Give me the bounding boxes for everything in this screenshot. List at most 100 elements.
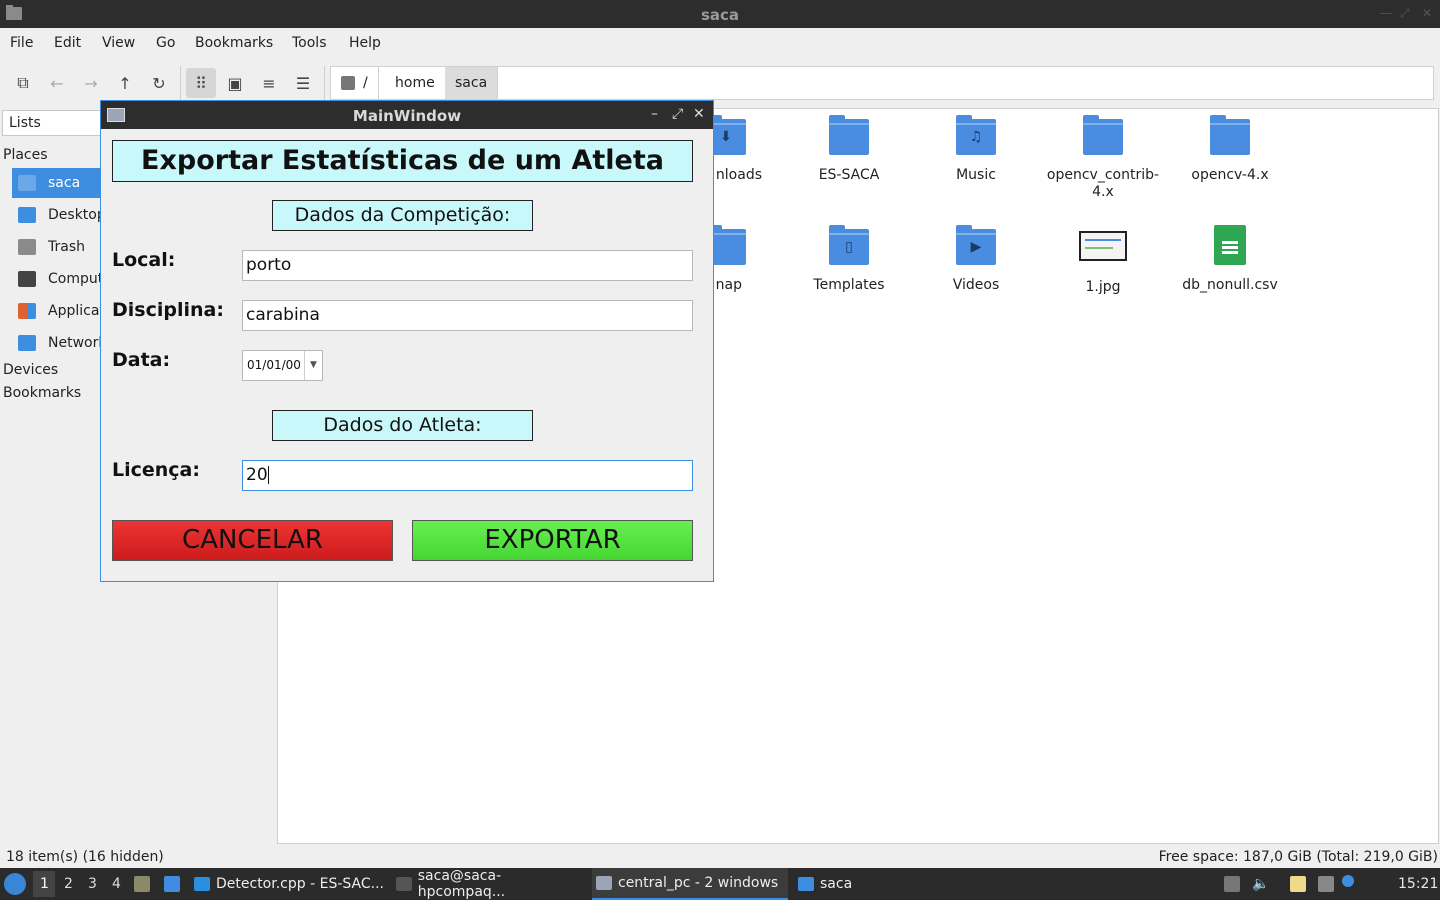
spreadsheet-icon <box>1214 225 1246 265</box>
reload-icon[interactable]: ↻ <box>144 68 174 98</box>
athlete-section-label: Dados do Atleta: <box>272 410 533 441</box>
maximize-icon[interactable]: ⤢ <box>672 106 683 122</box>
music-folder-icon: ♫ <box>956 115 996 155</box>
folder-icon <box>1083 115 1123 155</box>
cancel-button[interactable]: CANCELAR <box>112 520 393 561</box>
notification-icon[interactable] <box>1342 875 1354 887</box>
crumb-saca[interactable]: saca <box>445 67 499 99</box>
workspace-1[interactable]: 1 <box>40 876 49 892</box>
license-value: 20 <box>246 465 268 485</box>
forward-icon[interactable]: → <box>76 68 106 98</box>
file-label: ES-SACA <box>818 167 880 183</box>
toolbar-separator <box>180 66 181 100</box>
file-label: opencv_contrib- 4.x <box>1046 167 1160 200</box>
competition-section-label: Dados da Competição: <box>272 200 533 231</box>
free-space: Free space: 187,0 GiB (Total: 219,0 GiB) <box>1158 849 1438 865</box>
file-item-videos[interactable]: ▶ Videos <box>914 225 1038 293</box>
file-label: Videos <box>952 277 1000 293</box>
dialog-title: MainWindow <box>352 107 462 125</box>
crumb-root[interactable]: / <box>331 67 379 99</box>
date-picker[interactable]: 01/01/00 ▼ <box>242 350 323 381</box>
close-icon[interactable]: ✕ <box>1422 6 1432 20</box>
menu-file[interactable]: File <box>10 35 33 51</box>
toolbar: ⧉ ← → ↑ ↻ ⠿ ▣ ≡ ☰ / home saca <box>0 58 1440 106</box>
path-bar: / home saca <box>330 66 1434 100</box>
file-manager-launcher-icon[interactable] <box>134 876 150 892</box>
volume-icon[interactable]: 🔈 <box>1252 876 1269 892</box>
folder-icon <box>1210 115 1250 155</box>
toolbar-separator <box>324 66 325 100</box>
detailed-list-icon[interactable]: ☰ <box>288 68 318 98</box>
bookmarks-heading[interactable]: Bookmarks <box>3 385 81 401</box>
export-dialog: MainWindow – ⤢ ✕ Exportar Estatísticas d… <box>100 100 714 582</box>
devices-heading[interactable]: Devices <box>3 362 58 378</box>
icon-view-icon[interactable]: ⠿ <box>186 68 216 98</box>
workspace-2[interactable]: 2 <box>64 876 73 892</box>
maximize-icon[interactable]: ⤢ <box>1400 6 1410 21</box>
minimize-icon[interactable]: — <box>1380 6 1392 20</box>
sidebar-item-label: Network <box>48 335 107 351</box>
desktop-launcher-icon[interactable] <box>164 876 180 892</box>
dialog-titlebar: MainWindow – ⤢ ✕ <box>101 101 713 129</box>
menu-bar: File Edit View Go Bookmarks Tools Help <box>0 28 1440 58</box>
discipline-input[interactable]: carabina <box>242 300 693 331</box>
file-item-templates[interactable]: ▯ Templates <box>787 225 911 293</box>
clock[interactable]: 15:21 <box>1398 876 1438 892</box>
file-item-opencv[interactable]: opencv-4.x <box>1168 115 1292 183</box>
export-button[interactable]: EXPORTAR <box>412 520 693 561</box>
desktop-icon <box>18 207 36 223</box>
file-item-es-saca[interactable]: ES-SACA <box>787 115 911 183</box>
new-tab-icon[interactable]: ⧉ <box>8 68 38 98</box>
menu-bookmarks[interactable]: Bookmarks <box>195 35 273 51</box>
network-icon <box>18 335 36 351</box>
file-item-db-nonull[interactable]: db_nonull.csv <box>1168 225 1292 293</box>
compact-view-icon[interactable]: ≡ <box>254 68 284 98</box>
minimize-icon[interactable]: – <box>651 106 658 122</box>
license-label: Licença: <box>112 459 200 481</box>
up-icon[interactable]: ↑ <box>110 68 140 98</box>
file-item-opencv-contrib[interactable]: opencv_contrib- 4.x <box>1041 115 1165 201</box>
window-titlebar: saca — ⤢ ✕ <box>0 0 1440 28</box>
computer-icon <box>18 271 36 287</box>
menu-go[interactable]: Go <box>156 35 175 51</box>
network-status-icon[interactable] <box>1318 876 1334 892</box>
discipline-label: Disciplina: <box>112 299 224 321</box>
local-label: Local: <box>112 249 176 271</box>
task-central-pc[interactable]: central_pc - 2 windows <box>592 868 788 900</box>
menu-edit[interactable]: Edit <box>54 35 81 51</box>
chevron-down-icon[interactable]: ▼ <box>304 351 322 380</box>
workspace-3[interactable]: 3 <box>88 876 97 892</box>
task-detector-cpp[interactable]: Detector.cpp - ES-SAC... <box>194 868 390 900</box>
sidebar-item-label: Trash <box>48 239 85 255</box>
menu-tools[interactable]: Tools <box>292 35 327 51</box>
places-heading[interactable]: Places <box>3 147 48 163</box>
clipboard-icon[interactable] <box>1224 876 1240 892</box>
task-saca-folder[interactable]: saca <box>796 868 866 900</box>
image-thumbnail-icon <box>1079 231 1127 261</box>
crumb-home[interactable]: home <box>385 67 446 99</box>
thumbnail-view-icon[interactable]: ▣ <box>220 68 250 98</box>
text-cursor <box>267 466 269 484</box>
window-title: saca <box>700 6 740 24</box>
notes-icon[interactable] <box>1290 876 1306 892</box>
license-input[interactable]: 20 <box>242 460 693 491</box>
file-label: Templates <box>813 277 885 293</box>
workspace-4[interactable]: 4 <box>112 876 121 892</box>
back-icon[interactable]: ← <box>42 68 72 98</box>
drive-icon <box>341 76 355 90</box>
file-label: 1.jpg <box>1085 279 1121 295</box>
terminal-icon <box>396 877 412 891</box>
vscode-icon <box>194 877 210 891</box>
close-icon[interactable]: ✕ <box>693 106 705 122</box>
crumb-root-label: / <box>363 75 368 91</box>
start-menu-icon[interactable] <box>4 873 26 895</box>
sidebar-item-label: Desktop <box>48 207 106 223</box>
file-item-music[interactable]: ♫ Music <box>914 115 1038 183</box>
task-terminal[interactable]: saca@saca-hpcompaq... <box>396 868 586 900</box>
home-folder-icon <box>18 175 36 191</box>
menu-help[interactable]: Help <box>349 35 381 51</box>
local-input[interactable]: porto <box>242 250 693 281</box>
date-label: Data: <box>112 349 171 371</box>
file-item-1jpg[interactable]: 1.jpg <box>1041 231 1165 295</box>
menu-view[interactable]: View <box>102 35 135 51</box>
